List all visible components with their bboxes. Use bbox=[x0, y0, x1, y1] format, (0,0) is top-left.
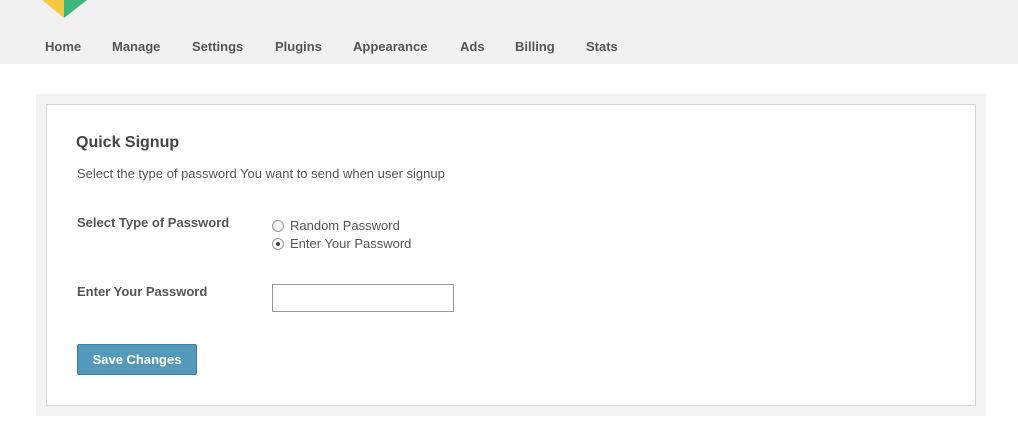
nav-item-settings[interactable]: Settings bbox=[192, 39, 243, 54]
nav-item-billing[interactable]: Billing bbox=[515, 39, 555, 54]
password-type-label: Select Type of Password bbox=[77, 215, 230, 230]
radio-label: Enter Your Password bbox=[290, 236, 412, 251]
radio-enter-password[interactable]: Enter Your Password bbox=[272, 236, 411, 251]
save-button[interactable]: Save Changes bbox=[77, 344, 197, 375]
password-field-label: Enter Your Password bbox=[77, 284, 208, 299]
panel-title: Quick Signup bbox=[76, 134, 180, 151]
nav-item-home[interactable]: Home bbox=[45, 39, 81, 54]
logo-icon bbox=[42, 0, 88, 18]
nav-item-ads[interactable]: Ads bbox=[460, 39, 485, 54]
top-header: Home Manage Settings Plugins Appearance … bbox=[0, 0, 1018, 64]
nav-item-manage[interactable]: Manage bbox=[112, 39, 160, 54]
password-input[interactable] bbox=[272, 284, 454, 312]
radio-label: Random Password bbox=[290, 218, 400, 233]
radio-random-password[interactable]: Random Password bbox=[272, 218, 400, 233]
radio-icon[interactable] bbox=[272, 219, 284, 232]
radio-checked-icon[interactable] bbox=[272, 237, 284, 250]
nav-item-stats[interactable]: Stats bbox=[586, 39, 618, 54]
nav-item-appearance[interactable]: Appearance bbox=[353, 39, 427, 54]
nav-item-plugins[interactable]: Plugins bbox=[275, 39, 322, 54]
panel-description: Select the type of password You want to … bbox=[77, 166, 445, 181]
